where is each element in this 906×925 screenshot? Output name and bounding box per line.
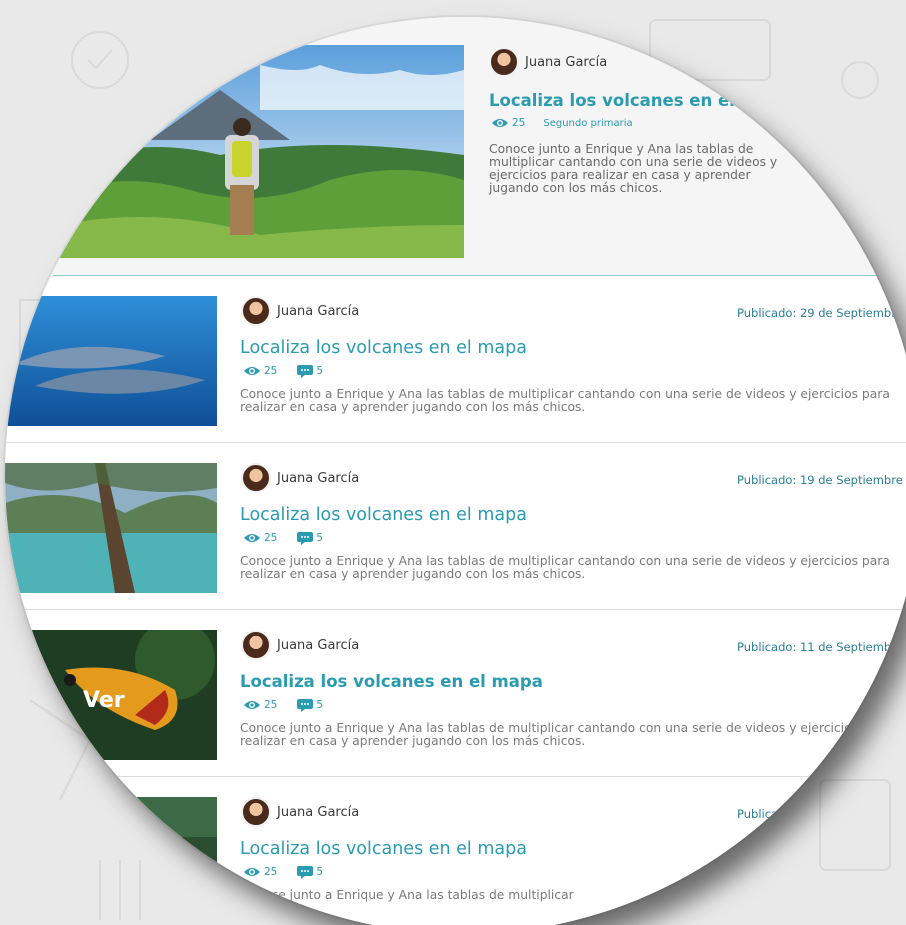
ver-overlay-label[interactable]: Ver — [83, 688, 125, 713]
eye-icon — [243, 866, 261, 878]
article-description: Conoce junto a Enrique y Ana las tablas … — [240, 888, 574, 902]
views-count: 25 — [264, 866, 278, 878]
featured-title[interactable]: Localiza los volcanes en el mapa — [489, 91, 792, 110]
featured-author[interactable]: Juana García — [489, 47, 607, 77]
comments-count: 5 — [316, 532, 324, 544]
article-title[interactable]: Localiza los volcanes en el mapa — [240, 839, 527, 859]
comment-icon — [297, 531, 314, 545]
article-author[interactable]: Juana García — [241, 630, 359, 660]
magnifier-lens: Juana García Localiza los volcanes en el… — [5, 17, 906, 925]
article-thumbnail-toucan[interactable]: Ver — [5, 630, 217, 760]
comments-count: 5 — [316, 365, 324, 377]
publish-date: Publicado: 19 de Septiembre — [737, 473, 903, 487]
comments-count: 5 — [316, 699, 324, 711]
views-count: 25 — [512, 117, 526, 129]
views-stat: 25 — [243, 532, 277, 544]
publish-date: Publicado — [737, 807, 793, 821]
article-row[interactable]: Juana García Publicado Localiza los volc… — [5, 777, 906, 925]
article-description: Conoce junto a Enrique y Ana las tablas … — [240, 721, 890, 748]
article-thumbnail-lake[interactable] — [5, 463, 217, 593]
article-stats: 25 5 — [243, 698, 323, 712]
author-avatar — [489, 47, 519, 77]
article-title[interactable]: Localiza los volcanes en el mapa — [240, 672, 543, 691]
views-count: 25 — [264, 365, 278, 377]
author-name: Juana García — [277, 804, 360, 820]
comment-icon — [297, 698, 314, 712]
author-name: Juana García — [277, 303, 360, 319]
author-avatar — [241, 630, 271, 660]
article-stats: 25 5 — [243, 531, 323, 545]
views-stat: 25 — [491, 117, 525, 129]
article-row[interactable]: Juana García Publicado: 19 de Septiembre… — [5, 443, 906, 610]
publish-date: Publicado: 11 de Septiembre — [737, 640, 903, 654]
article-title[interactable]: Localiza los volcanes en el mapa — [240, 505, 527, 525]
publish-date: Publicado: 29 de Septiembre — [737, 306, 903, 320]
article-thumbnail-forest[interactable] — [5, 797, 217, 925]
views-stat: 25 — [243, 699, 277, 711]
eye-icon — [243, 365, 261, 377]
views-stat: 25 — [243, 365, 277, 377]
views-stat: 25 — [243, 866, 277, 878]
author-name: Juana García — [525, 54, 608, 70]
views-count: 25 — [264, 699, 278, 711]
comment-icon — [297, 364, 314, 378]
views-count: 25 — [264, 532, 278, 544]
eye-icon — [491, 117, 509, 129]
author-name: Juana García — [277, 637, 360, 653]
article-stats: 25 5 — [243, 364, 323, 378]
article-author[interactable]: Juana García — [241, 797, 359, 827]
featured-meta: 25 Segundo primaria — [491, 117, 633, 129]
grade-tag[interactable]: Segundo primaria — [543, 118, 632, 129]
eye-icon — [243, 532, 261, 544]
comments-stat[interactable]: 5 — [297, 531, 323, 545]
featured-article[interactable]: Juana García Localiza los volcanes en el… — [5, 17, 906, 275]
article-stats: 25 5 — [243, 865, 323, 879]
comments-stat[interactable]: 5 — [297, 364, 323, 378]
featured-image-volcano[interactable] — [60, 45, 464, 258]
article-description: Conoce junto a Enrique y Ana las tablas … — [240, 554, 890, 581]
author-avatar — [241, 463, 271, 493]
eye-icon — [243, 699, 261, 711]
author-avatar — [241, 797, 271, 827]
article-thumbnail-dolphins[interactable] — [5, 296, 217, 426]
article-title[interactable]: Localiza los volcanes en el mapa — [240, 338, 527, 358]
comments-stat[interactable]: 5 — [297, 698, 323, 712]
article-author[interactable]: Juana García — [241, 296, 359, 326]
article-row[interactable]: Juana García Publicado: 29 de Septiembre… — [5, 276, 906, 443]
article-author[interactable]: Juana García — [241, 463, 359, 493]
article-row[interactable]: Ver Juana García Publicado: 11 de Septie… — [5, 610, 906, 777]
comments-count: 5 — [316, 866, 324, 878]
comments-stat[interactable]: 5 — [297, 865, 323, 879]
article-description: Conoce junto a Enrique y Ana las tablas … — [240, 387, 890, 414]
featured-description: Conoce junto a Enrique y Ana las tablas … — [489, 142, 778, 195]
comment-icon — [297, 865, 314, 879]
author-name: Juana García — [277, 470, 360, 486]
author-avatar — [241, 296, 271, 326]
